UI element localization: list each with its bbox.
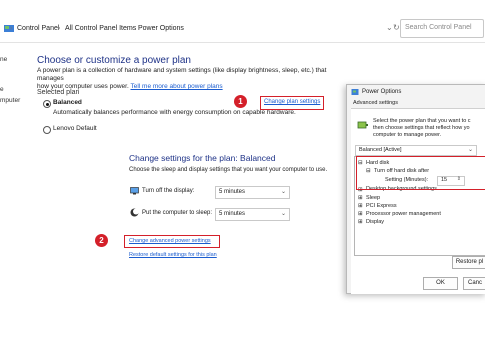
power-options-icon: [351, 89, 359, 95]
intro-line: A power plan is a collection of hardware…: [37, 67, 327, 82]
radio-balanced[interactable]: [43, 100, 51, 108]
restore-default-settings-link[interactable]: Restore default settings for this plan: [129, 252, 217, 258]
expand-icon[interactable]: ⊞: [358, 219, 363, 225]
breadcrumb-all-items[interactable]: All Control Panel Items: [65, 25, 136, 32]
dialog-description-line: Select the power plan that you want to c: [373, 118, 471, 124]
plan-balanced-description: Automatically balances performance with …: [53, 109, 296, 116]
annotation-badge-1: 1: [234, 95, 247, 108]
plan-select[interactable]: Balanced [Active] ⌄: [355, 145, 477, 156]
display-timeout-select[interactable]: 5 minutes ⌄: [215, 186, 290, 199]
refresh-icon[interactable]: ↻: [393, 23, 400, 32]
sleep-timeout-select[interactable]: 5 minutes ⌄: [215, 208, 290, 221]
control-panel-icon: [4, 25, 14, 32]
sleep-label: Put the computer to sleep:: [142, 210, 213, 216]
search-placeholder: Search Control Panel: [405, 24, 472, 31]
left-nav-fragment[interactable]: mputer: [0, 97, 20, 104]
dropdown-chevron-icon[interactable]: ⌄: [386, 23, 393, 32]
radio-lenovo-default[interactable]: [43, 126, 51, 134]
address-bar: › Control Panel › All Control Panel Item…: [0, 0, 485, 43]
battery-icon: [357, 121, 368, 129]
plan-settings-subtitle: Choose the sleep and display settings th…: [129, 167, 328, 173]
page-title: Choose or customize a power plan: [37, 55, 191, 66]
change-advanced-power-settings-link[interactable]: Change advanced power settings: [129, 238, 211, 244]
plan-settings-title: Change settings for the plan: Balanced: [129, 153, 276, 163]
expand-icon[interactable]: ⊞: [358, 203, 363, 209]
chevron-down-icon: ⌄: [280, 211, 286, 217]
display-timeout-value: 5 minutes: [219, 189, 246, 195]
intro-text: A power plan is a collection of hardware…: [37, 67, 337, 91]
restore-plan-defaults-button[interactable]: Restore pl: [452, 256, 485, 269]
plan-lenovo-label: Lenovo Default: [53, 125, 97, 132]
sleep-moon-icon: [130, 208, 139, 217]
display-label: Turn off the display:: [142, 188, 195, 194]
tree-item-processor[interactable]: Processor power management: [366, 211, 441, 217]
chevron-down-icon: ⌄: [280, 189, 286, 195]
left-nav-fragment[interactable]: ne: [0, 56, 7, 63]
change-plan-settings-link[interactable]: Change plan settings: [264, 99, 320, 105]
breadcrumb-separator-icon: ›: [131, 25, 134, 32]
chevron-down-icon: ⌄: [467, 147, 473, 153]
expand-icon[interactable]: ⊞: [358, 195, 363, 201]
selected-plan-label: Selected plan: [37, 89, 80, 96]
power-plans-help-link[interactable]: Tell me more about power plans: [130, 83, 222, 90]
ok-button[interactable]: OK: [423, 277, 458, 290]
tab-advanced-settings[interactable]: Advanced settings: [353, 100, 398, 106]
left-nav-fragment[interactable]: e: [0, 86, 4, 93]
tree-item-display[interactable]: Display: [366, 219, 384, 225]
sleep-timeout-value: 5 minutes: [219, 211, 246, 217]
dialog-description-line: computer to manage power.: [373, 132, 442, 138]
plan-balanced-label: Balanced: [53, 99, 82, 106]
breadcrumb-power-options[interactable]: Power Options: [138, 25, 184, 32]
breadcrumb-control-panel[interactable]: Control Panel: [17, 25, 59, 32]
annotation-badge-2: 2: [95, 234, 108, 247]
plan-select-value: Balanced [Active]: [359, 147, 402, 153]
dialog-title: Power Options: [362, 89, 402, 95]
breadcrumb-separator-icon: ›: [58, 25, 61, 32]
expand-icon[interactable]: ⊞: [358, 211, 363, 217]
hard-disk-highlight: [356, 156, 485, 190]
breadcrumb-separator-icon: ›: [10, 25, 13, 32]
dialog-description-line: then choose settings that reflect how yo: [373, 125, 470, 131]
monitor-icon: [130, 187, 139, 195]
search-input[interactable]: Search Control Panel: [400, 19, 484, 38]
tree-item-sleep[interactable]: Sleep: [366, 195, 380, 201]
tree-item-pci-express[interactable]: PCI Express: [366, 203, 397, 209]
cancel-button[interactable]: Canc: [463, 277, 485, 290]
